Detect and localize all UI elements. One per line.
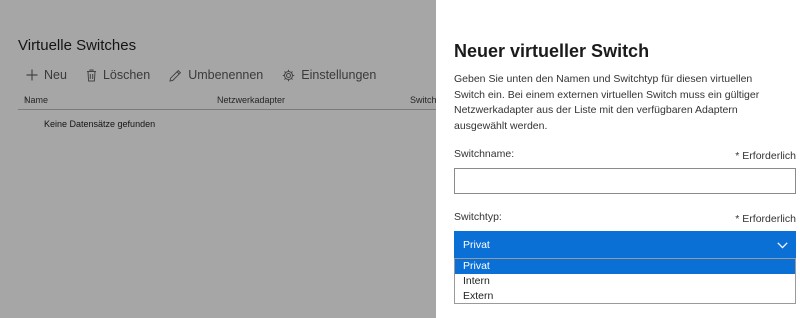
switchtype-select[interactable]: Privat [454,231,796,258]
panel-description: Geben Sie unten den Namen und Switchtyp … [454,73,760,132]
switchtype-selected-value: Privat [463,239,490,251]
new-button-label: Neu [44,68,67,82]
trash-icon [86,69,96,81]
switchtype-option-extern[interactable]: Extern [455,289,795,304]
switchtype-options-list: Privat Intern Extern [454,258,796,304]
switchname-input[interactable] [454,168,796,194]
switchtype-option-privat[interactable]: Privat [455,259,795,274]
new-button[interactable]: Neu [26,68,67,82]
settings-button[interactable]: Einstellungen [282,68,376,82]
pencil-icon [169,69,182,82]
delete-button-label: Löschen [102,68,151,82]
rename-button[interactable]: Umbenennen [169,68,263,82]
new-switch-panel: Neuer virtueller Switch Geben Sie unten … [436,0,800,318]
header-divider [18,109,436,110]
switchname-required-note: * Erforderlich [735,150,796,162]
switchtype-label: Switchtyp: [454,211,502,223]
rename-button-label: Umbenennen [188,68,264,82]
switchtype-required-note: * Erforderlich [735,213,796,225]
switchtype-option-intern[interactable]: Intern [455,274,795,289]
column-header-adapter[interactable]: Netzwerkadapter [217,95,285,105]
column-header-switch[interactable]: Switch [410,95,436,105]
switch-list-page: Virtuelle Switches Neu Löschen Umbenenne… [0,0,436,318]
toolbar: Neu Löschen Umbenennen Einstellungen [26,68,395,82]
table-header: Name ↑ Netzwerkadapter Switch [24,95,436,109]
sort-up-icon: ↑ [24,95,29,105]
empty-state-text: Keine Datensätze gefunden [44,119,156,129]
switchname-label: Switchname: [454,148,515,160]
panel-title: Neuer virtueller Switch [454,41,650,61]
delete-button[interactable]: Löschen [86,68,150,82]
plus-icon [26,69,38,81]
settings-button-label: Einstellungen [301,68,377,82]
chevron-down-icon [777,242,788,249]
page-title: Virtuelle Switches [18,37,137,54]
gear-icon [283,69,295,81]
